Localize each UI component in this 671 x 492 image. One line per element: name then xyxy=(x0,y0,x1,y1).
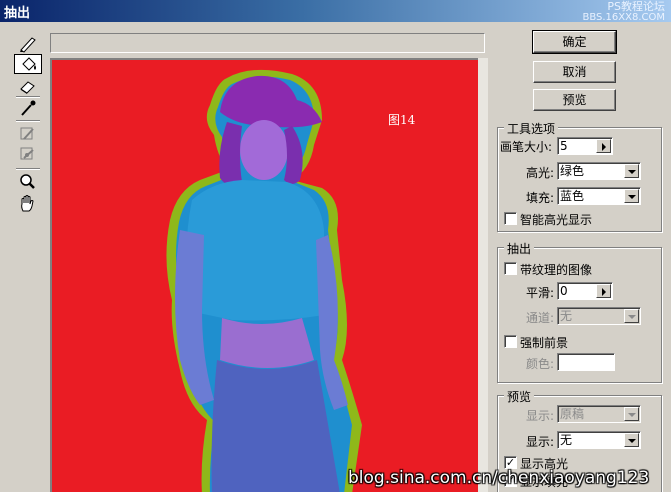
force-foreground-label: 强制前景 xyxy=(520,336,569,350)
title-bar: 抽出 PS教程论坛 BBS.16XX8.COM xyxy=(0,0,671,23)
show-value: 原稿 xyxy=(560,407,585,421)
smart-highlight-checkbox[interactable] xyxy=(504,212,517,225)
edge-touchup-icon[interactable] xyxy=(14,144,42,164)
canvas-scrollbar[interactable] xyxy=(478,58,488,492)
chevron-down-icon[interactable] xyxy=(624,189,639,203)
chevron-down-icon xyxy=(624,309,639,323)
highlight-select[interactable]: 绿色 xyxy=(557,162,641,180)
channel-value: 无 xyxy=(560,309,573,323)
smooth-label: 平滑: xyxy=(526,286,555,300)
fill-value: 蓝色 xyxy=(560,189,585,203)
textured-image-label: 带纹理的图像 xyxy=(520,263,593,277)
brush-size-label: 画笔大小: xyxy=(500,140,553,154)
color-label: 颜色: xyxy=(526,357,555,371)
channel-select: 无 xyxy=(557,307,641,325)
cleanup-tool-icon[interactable] xyxy=(14,124,42,144)
chevron-down-icon[interactable] xyxy=(624,164,639,178)
chevron-right-icon[interactable] xyxy=(596,284,611,298)
smooth-input[interactable]: 0 xyxy=(557,282,613,300)
textured-image-checkbox[interactable] xyxy=(504,262,517,275)
toolbox-separator xyxy=(16,120,40,122)
fill-bucket-icon[interactable] xyxy=(14,54,42,74)
extract-title: 抽出 xyxy=(504,240,535,257)
brush-size-value: 5 xyxy=(560,139,568,153)
color-swatch xyxy=(557,353,615,371)
hand-icon[interactable] xyxy=(14,194,42,214)
brush-size-input[interactable]: 5 xyxy=(557,137,613,155)
preview-button[interactable]: 预览 xyxy=(533,89,616,111)
chevron-right-icon[interactable] xyxy=(596,139,611,153)
force-foreground-checkbox[interactable] xyxy=(504,335,517,348)
site-watermark-line2: BBS.16XX8.COM xyxy=(582,12,665,23)
extract-group: 抽出 带纹理的图像 平滑: 0 通道: 无 强制前景 颜色: xyxy=(497,240,662,383)
tool-options-group: 工具选项 画笔大小: 5 高光: 绿色 填充: 蓝色 智能高光显示 xyxy=(497,120,662,232)
fill-select[interactable]: 蓝色 xyxy=(557,187,641,205)
window-title: 抽出 xyxy=(4,6,31,21)
display-select[interactable]: 无 xyxy=(557,431,641,449)
chevron-down-icon xyxy=(624,407,639,421)
zoom-icon[interactable] xyxy=(14,172,42,192)
highlight-value: 绿色 xyxy=(560,164,585,178)
eyedropper-icon[interactable] xyxy=(14,98,42,118)
ok-button[interactable]: 确定 xyxy=(532,30,617,54)
preview-title: 预览 xyxy=(504,388,535,405)
chevron-down-icon[interactable] xyxy=(624,433,639,447)
site-watermark-line1: PS教程论坛 xyxy=(607,0,665,13)
highlight-label: 高光: xyxy=(526,166,555,180)
image-canvas[interactable]: 图14 xyxy=(50,58,488,492)
fill-label: 填充: xyxy=(526,191,555,205)
toolbox-separator xyxy=(16,168,40,170)
channel-label: 通道: xyxy=(526,311,555,325)
site-watermark: PS教程论坛 BBS.16XX8.COM xyxy=(582,1,665,23)
show-select: 原稿 xyxy=(557,405,641,423)
display-label: 显示: xyxy=(526,435,555,449)
subject-silhouette xyxy=(166,69,362,492)
show-label: 显示: xyxy=(526,409,555,423)
edge-highlighter-icon[interactable] xyxy=(14,34,42,54)
image-info-field xyxy=(50,33,485,53)
smooth-value: 0 xyxy=(560,284,568,298)
blog-watermark: blog.sina.com.cn/chenxiaoyang123 xyxy=(348,468,650,488)
eraser-icon[interactable] xyxy=(14,76,42,96)
display-value: 无 xyxy=(560,433,573,447)
smart-highlight-label: 智能高光显示 xyxy=(520,213,593,227)
tool-options-title: 工具选项 xyxy=(504,120,559,137)
figure-label: 图14 xyxy=(388,113,416,127)
cancel-button[interactable]: 取消 xyxy=(533,61,616,83)
